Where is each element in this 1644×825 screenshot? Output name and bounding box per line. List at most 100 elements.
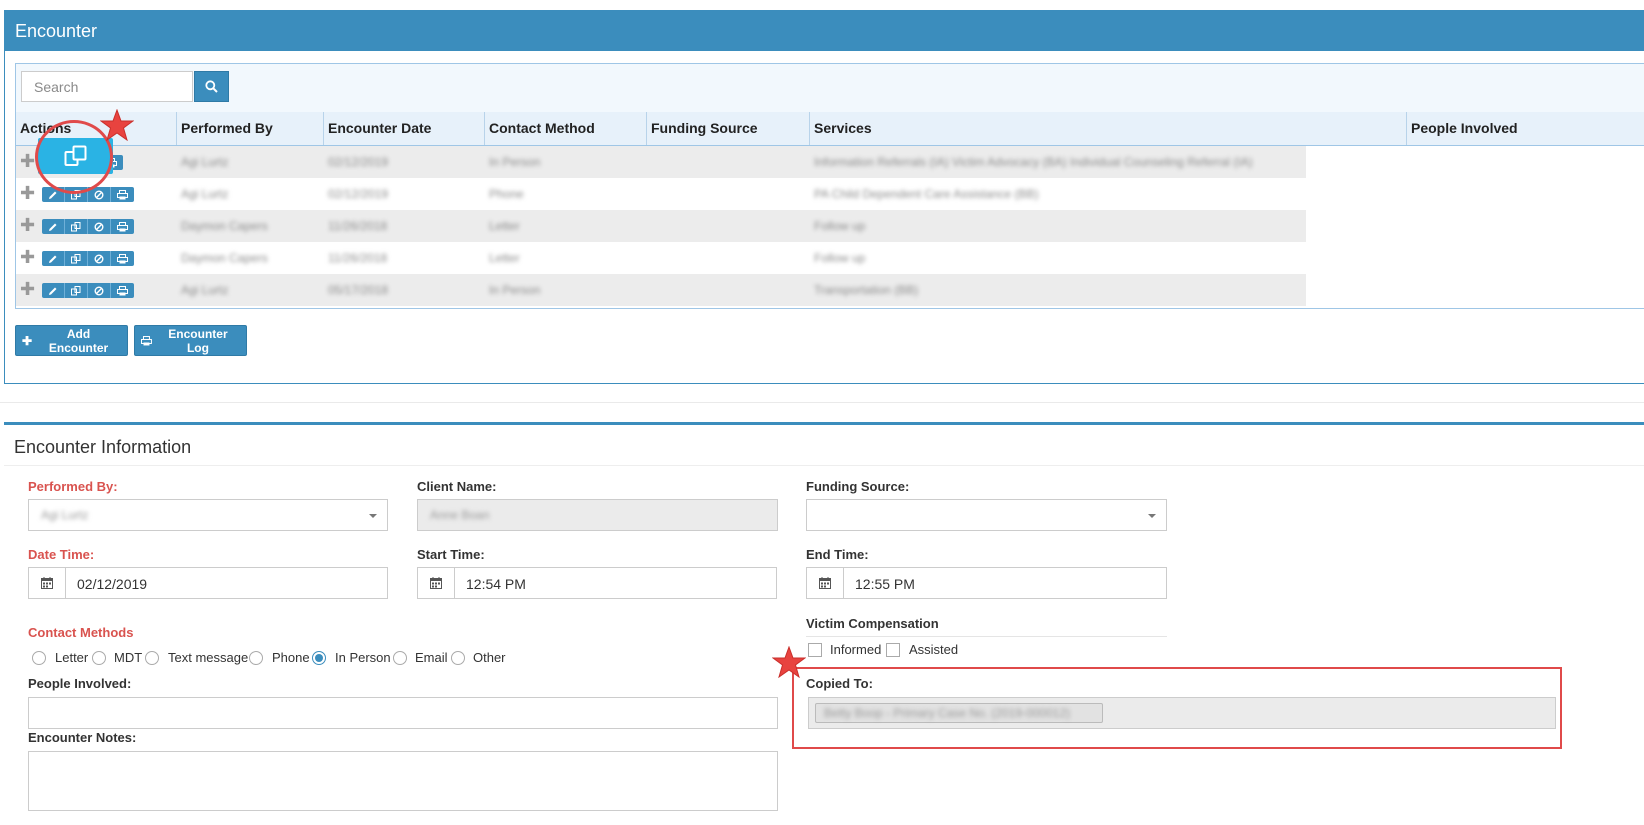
funding-source-select[interactable] [806,499,1167,531]
row-actions [42,219,134,234]
cell-performed-by: Daymon Capers [181,219,268,233]
column-header-encounter-date[interactable]: Encounter Date [324,112,485,145]
table-row: ✚ Agi Lurtz 05/17/2018 In Person Transpo… [16,274,1306,306]
search-button[interactable] [194,71,229,102]
chevron-down-icon [369,514,377,518]
pencil-icon [49,191,57,199]
expand-row-icon[interactable]: ✚ [20,216,35,234]
section-divider [0,402,1644,403]
search-icon [205,80,218,93]
search-input[interactable] [21,71,193,102]
cell-performed-by: Daymon Capers [181,251,268,265]
cancel-button[interactable] [88,283,111,298]
encounter-notes-label: Encounter Notes: [28,730,137,745]
ban-icon [94,254,104,263]
pencil-icon [49,287,57,295]
victim-compensation-label: Victim Compensation [806,616,939,631]
cell-performed-by: Agi Lurtz [181,155,229,169]
people-involved-input[interactable] [28,697,778,729]
radio-label-text-message: Text message [168,650,249,665]
client-name-field: Anne Boan [417,499,778,531]
annotation-star-icon [772,646,806,678]
copy-button[interactable] [65,219,88,234]
column-header-funding-source[interactable]: Funding Source [647,112,810,145]
date-picker-button[interactable] [29,568,66,598]
end-time-label: End Time: [806,547,869,562]
cancel-button[interactable] [88,219,111,234]
date-time-field[interactable]: 02/12/2019 [28,567,388,599]
radio-mdt[interactable] [92,651,106,665]
start-time-field[interactable]: 12:54 PM [417,567,777,599]
encounter-notes-textarea[interactable] [28,751,778,811]
radio-letter[interactable] [32,651,46,665]
table-row: ✚ Daymon Capers 11/26/2018 Letter Follow… [16,242,1306,274]
cancel-button[interactable] [88,251,111,266]
victim-compensation-divider [806,636,1167,637]
radio-other[interactable] [451,651,465,665]
print-icon [141,335,152,345]
copy-button[interactable] [65,283,88,298]
encounter-panel-title: Encounter [15,21,98,41]
calendar-icon [41,577,53,589]
end-time-field[interactable]: 12:55 PM [806,567,1167,599]
chevron-down-icon [1148,514,1156,518]
expand-row-icon[interactable]: ✚ [20,152,35,170]
cell-contact-method: Letter [489,219,520,233]
edit-button[interactable] [42,219,65,234]
end-time-picker-button[interactable] [807,568,844,598]
edit-button[interactable] [42,283,65,298]
column-header-performed-by[interactable]: Performed By [177,112,324,145]
radio-in-person[interactable] [312,651,326,665]
informed-checkbox[interactable] [808,643,822,657]
cell-performed-by: Agi Lurtz [181,187,229,201]
column-header-people-involved[interactable]: People Involved [1407,112,1644,145]
expand-row-icon[interactable]: ✚ [20,248,35,266]
radio-label-in-person: In Person [335,650,391,665]
end-time-value: 12:55 PM [855,576,915,592]
start-time-value: 12:54 PM [466,576,526,592]
radio-label-other: Other [473,650,506,665]
column-header-contact-method[interactable]: Contact Method [485,112,647,145]
assisted-checkbox[interactable] [886,643,900,657]
radio-label-email: Email [415,650,448,665]
grid-toolbar [16,64,1644,113]
print-button[interactable] [111,219,134,234]
cell-encounter-date: 11/26/2018 [328,251,388,265]
print-button[interactable] [111,187,134,202]
radio-phone[interactable] [249,651,263,665]
cell-contact-method: In Person [489,283,541,297]
ban-icon [94,222,104,231]
print-button[interactable] [111,251,134,266]
funding-source-label: Funding Source: [806,479,910,494]
add-encounter-button[interactable]: ✚ Add Encounter [15,325,128,356]
encounter-information-panel: Encounter Information Performed By: Agi … [4,422,1644,825]
client-name-value: Anne Boan [430,508,490,522]
radio-label-letter: Letter [55,650,89,665]
edit-button[interactable] [42,251,65,266]
copy-icon [71,221,81,231]
radio-text-message[interactable] [145,651,159,665]
table-row: ✚ Agi Lurtz 02/12/2019 In Person Informa… [16,146,1306,178]
copy-button[interactable] [65,251,88,266]
cell-performed-by: Agi Lurtz [181,283,229,297]
radio-email[interactable] [393,651,407,665]
print-icon [117,221,128,231]
calendar-icon [430,577,442,589]
encounter-log-button[interactable]: Encounter Log [134,325,247,356]
row-actions [42,251,134,266]
radio-label-phone: Phone [272,650,310,665]
encounter-panel-header: Encounter [5,11,1644,51]
radio-label-mdt: MDT [114,650,143,665]
performed-by-select[interactable]: Agi Lurtz [28,499,388,531]
start-time-picker-button[interactable] [418,568,455,598]
expand-row-icon[interactable]: ✚ [20,280,35,298]
print-button[interactable] [111,283,134,298]
encounter-grid: Actions Performed By Encounter Date Cont… [15,63,1644,309]
add-encounter-label: Add Encounter [48,326,109,355]
column-header-services[interactable]: Services [810,112,1407,145]
copy-icon [71,253,81,263]
expand-row-icon[interactable]: ✚ [20,184,35,202]
pencil-icon [49,223,57,231]
calendar-icon [819,577,831,589]
informed-label: Informed [830,642,882,657]
